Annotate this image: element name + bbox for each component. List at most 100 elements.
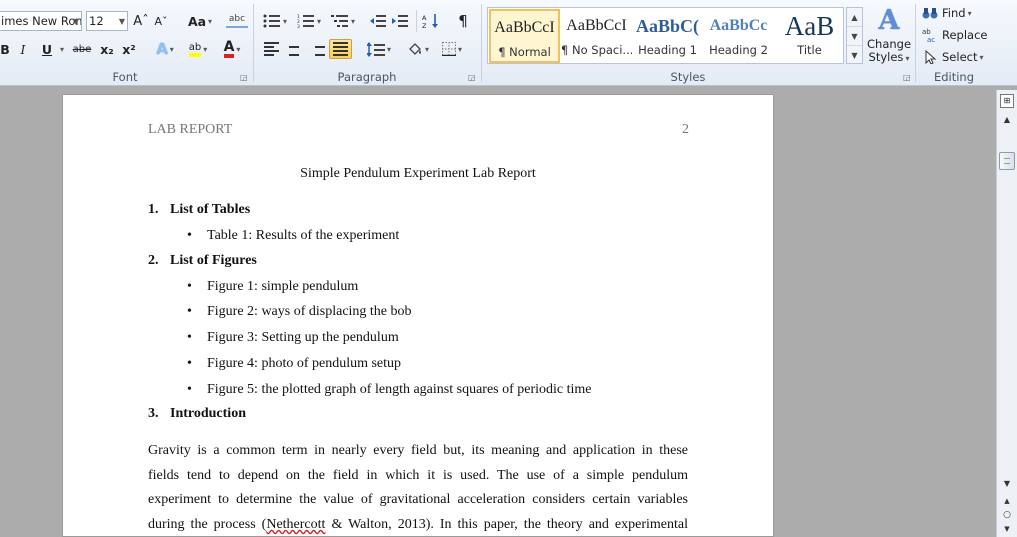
bullet-icon: • <box>187 356 192 371</box>
scroll-up-icon[interactable]: ▲ <box>847 8 862 27</box>
paint-bucket-icon <box>409 42 421 55</box>
change-case-label: Aa <box>187 13 207 29</box>
decrease-indent-icon <box>370 15 386 27</box>
styles-dialog-launcher-icon[interactable]: ◲ <box>903 73 911 82</box>
chevron-down-icon[interactable]: ▼ <box>73 17 79 26</box>
list-item: • Figure 4: photo of pendulum setup <box>187 356 401 372</box>
underline-dropdown[interactable]: ▾ <box>56 39 66 59</box>
change-styles-icon: A <box>878 5 900 36</box>
style-preview: AaB <box>784 10 835 41</box>
show-formatting-button[interactable]: ¶ <box>452 11 474 31</box>
decrease-indent-button[interactable] <box>368 11 388 31</box>
section-number: 1. <box>148 202 159 217</box>
multilevel-list-button[interactable]: ▾ <box>328 11 358 31</box>
list-item: • Figure 5: the plotted graph of length a… <box>187 382 592 398</box>
scroll-down-arrow-icon[interactable]: ▼ <box>997 476 1017 492</box>
paragraph-dialog-launcher-icon[interactable]: ◲ <box>468 73 476 82</box>
vertical-scrollbar[interactable]: ⊞ ▲ ▼ ▲ ○ ▼ <box>996 90 1017 537</box>
section-title: List of Tables <box>170 202 251 217</box>
list-item-text: Figure 5: the plotted graph of length ag… <box>207 382 592 397</box>
chevron-down-icon[interactable]: ▼ <box>119 17 125 26</box>
clear-formatting-button[interactable]: abc <box>226 11 248 28</box>
svg-text:ac: ac <box>927 36 935 42</box>
next-page-icon[interactable]: ▼ <box>997 523 1017 535</box>
list-item-text: Table 1: Results of the experiment <box>207 228 400 243</box>
sort-button[interactable]: AZ <box>420 11 442 31</box>
find-label: Find <box>942 6 966 20</box>
previous-page-icon[interactable]: ▲ <box>997 495 1017 507</box>
justify-button[interactable] <box>329 39 352 59</box>
bullet-icon: • <box>187 304 192 319</box>
svg-text:A: A <box>422 14 427 22</box>
font-size-value: 12 <box>89 14 104 28</box>
scroll-down-icon[interactable]: ▼ <box>847 27 862 46</box>
change-case-button[interactable]: Aa ▾ <box>186 11 214 31</box>
scroll-thumb[interactable] <box>999 152 1015 170</box>
chevron-down-icon: ▾ <box>208 16 213 26</box>
strikethrough-button[interactable]: abe <box>72 39 92 59</box>
align-center-button[interactable] <box>283 39 305 59</box>
svg-text:3: 3 <box>297 24 300 28</box>
style-no-spacing[interactable]: AaBbCcI ¶ No Spaci... <box>561 9 632 63</box>
list-item: • Figure 1: simple pendulum <box>187 279 358 295</box>
document-title: Simple Pendulum Experiment Lab Report <box>300 166 536 181</box>
select-button[interactable]: Select ▾ <box>922 47 990 67</box>
increase-indent-button[interactable] <box>390 11 410 31</box>
font-color-icon: A <box>223 40 235 58</box>
numbering-button[interactable]: 1 2 3 ▾ <box>294 11 324 31</box>
font-group-label: Font <box>112 70 138 84</box>
browse-object-icon[interactable]: ○ <box>997 509 1017 521</box>
style-title[interactable]: AaB Title <box>774 9 845 63</box>
highlight-button[interactable]: ab ▾ <box>184 39 212 59</box>
section-heading: 1. List of Tables <box>148 202 250 218</box>
chevron-down-icon: ▾ <box>967 8 972 18</box>
align-left-button[interactable] <box>260 39 282 59</box>
style-preview: AaBbCcI <box>494 19 555 36</box>
spellcheck-word[interactable]: Nethercott <box>266 517 325 532</box>
superscript-button[interactable]: x² <box>120 39 138 59</box>
shrink-font-button[interactable]: Aˇ <box>152 11 170 31</box>
numbering-icon: 123 <box>297 14 314 28</box>
borders-button[interactable]: ▾ <box>438 39 466 59</box>
find-button[interactable]: Find ▾ <box>922 3 984 23</box>
chevron-down-icon: ▾ <box>59 44 64 54</box>
document-page[interactable]: LAB REPORT 2 Simple Pendulum Experiment … <box>62 94 774 537</box>
list-item: • Table 1: Results of the experiment <box>187 228 399 244</box>
subscript-button[interactable]: x₂ <box>98 39 116 59</box>
bold-button[interactable]: B <box>0 39 12 59</box>
font-size-box[interactable]: 12 ▼ <box>86 11 128 31</box>
style-heading-2[interactable]: AaBbCc Heading 2 <box>703 9 774 63</box>
scroll-up-arrow-icon[interactable]: ▲ <box>997 112 1017 128</box>
font-color-button[interactable]: A ▾ <box>218 39 246 59</box>
font-name-value: imes New Rom <box>1 14 82 28</box>
styles-gallery: AaBbCcI ¶ Normal AaBbCcI ¶ No Spaci... A… <box>487 7 844 64</box>
font-dialog-launcher-icon[interactable]: ◲ <box>240 73 248 82</box>
style-heading-1[interactable]: AaBbC( Heading 1 <box>632 9 703 63</box>
replace-button[interactable]: ab ac Replace <box>922 25 990 45</box>
text-effects-button[interactable]: A ▾ <box>152 39 178 59</box>
body-line: experiment to determine the value of gra… <box>148 492 688 507</box>
more-styles-icon[interactable]: ▼ <box>847 46 862 65</box>
change-styles-button[interactable]: A Change Styles ▾ <box>867 4 911 68</box>
underline-button[interactable]: U <box>38 39 56 59</box>
list-item: • Figure 3: Setting up the pendulum <box>187 330 399 346</box>
align-center-icon <box>287 42 302 57</box>
separator <box>416 10 417 32</box>
section-number: 3. <box>148 406 159 421</box>
italic-button[interactable]: I <box>16 39 30 59</box>
multilevel-list-icon <box>330 15 348 27</box>
list-item-text: Figure 1: simple pendulum <box>207 279 359 294</box>
chevron-down-icon: ▾ <box>350 16 355 26</box>
styles-gallery-scroller: ▲ ▼ ▼ <box>846 7 863 64</box>
line-spacing-button[interactable]: ▾ <box>364 39 394 59</box>
shading-button[interactable]: ▾ <box>404 39 432 59</box>
ruler-toggle-icon[interactable]: ⊞ <box>1000 94 1014 108</box>
grow-font-button[interactable]: Aˆ <box>132 11 150 31</box>
bullet-icon: • <box>187 279 192 294</box>
change-styles-label-2: Styles <box>868 50 904 64</box>
align-right-button[interactable] <box>306 39 328 59</box>
bullets-button[interactable]: ▾ <box>260 11 290 31</box>
section-heading: 3. Introduction <box>148 406 246 422</box>
style-normal[interactable]: AaBbCcI ¶ Normal <box>489 9 560 63</box>
font-name-box[interactable]: imes New Rom ▼ <box>0 11 82 31</box>
